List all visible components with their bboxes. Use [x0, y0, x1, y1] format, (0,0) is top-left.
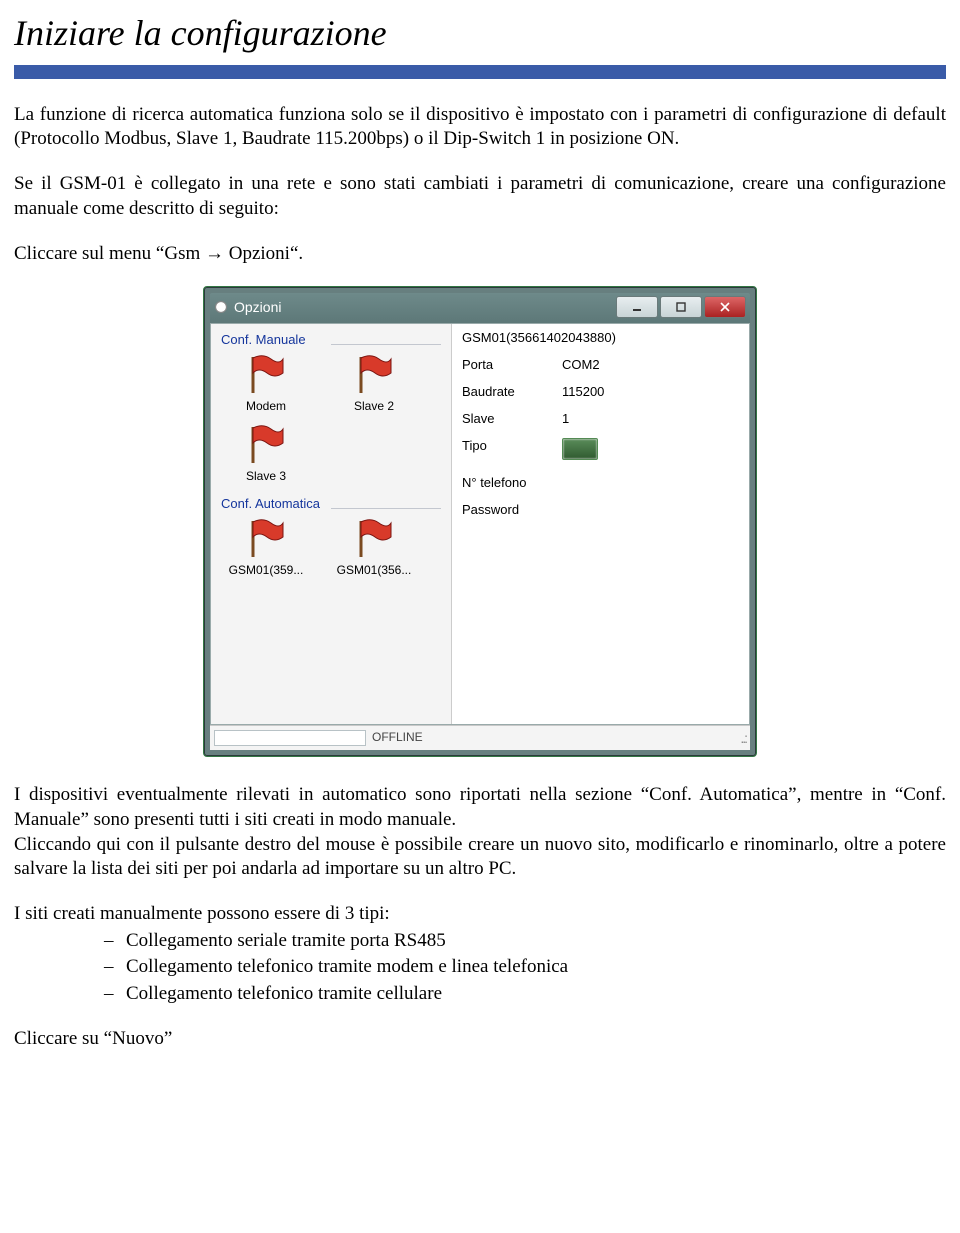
close-button[interactable] [704, 296, 746, 318]
site-item-gsm01b[interactable]: GSM01(356... [329, 517, 419, 579]
site-item-slave2[interactable]: Slave 2 [329, 353, 419, 415]
page-title: Iniziare la configurazione [14, 10, 946, 57]
list-item: Collegamento seriale tramite porta RS485 [104, 929, 946, 954]
prop-row-password: Password [462, 502, 739, 519]
paragraph: Cliccare sul menu “Gsm → Opzioni“. [14, 242, 946, 267]
prop-key: Password [462, 502, 562, 519]
prop-row-telefono: N° telefono [462, 475, 739, 492]
flag-icon [353, 517, 395, 559]
minimize-icon [631, 302, 643, 312]
status-bar: OFFLINE ..: [210, 725, 750, 750]
resize-grip-icon[interactable]: ..: [740, 729, 746, 747]
site-label: Modem [221, 399, 311, 415]
manual-sites: Modem Slave 2 Slave 3 [221, 353, 441, 484]
flag-icon [245, 353, 287, 395]
sites-pane[interactable]: Conf. Manuale Modem Slave 2 [211, 324, 451, 724]
prop-key: Porta [462, 357, 562, 374]
site-item-gsm01a[interactable]: GSM01(359... [221, 517, 311, 579]
prop-key: Slave [462, 411, 562, 428]
minimize-button[interactable] [616, 296, 658, 318]
site-label: Slave 2 [329, 399, 419, 415]
paragraph: Se il GSM-01 è collegato in una rete e s… [14, 172, 946, 221]
site-item-slave3[interactable]: Slave 3 [221, 423, 311, 485]
paragraph: I dispositivi eventualmente rilevati in … [14, 783, 946, 832]
paragraph: La funzione di ricerca automatica funzio… [14, 103, 946, 152]
flag-icon [245, 423, 287, 465]
paragraph: I siti creati manualmente possono essere… [14, 902, 946, 927]
prop-row-porta: Porta COM2 [462, 357, 739, 374]
list-item: Collegamento telefonico tramite cellular… [104, 982, 946, 1007]
title-rule [14, 65, 946, 79]
site-label: GSM01(359... [221, 563, 311, 579]
prop-value: COM2 [562, 357, 739, 374]
properties-pane: GSM01(35661402043880) Porta COM2 Baudrat… [451, 324, 749, 724]
dialog-titlebar[interactable]: Opzioni [210, 293, 750, 323]
auto-sites: GSM01(359... GSM01(356... [221, 517, 441, 579]
flag-icon [353, 353, 395, 395]
dialog-title: Opzioni [234, 298, 608, 316]
group-auto-label: Conf. Automatica [221, 496, 441, 513]
site-item-modem[interactable]: Modem [221, 353, 311, 415]
flag-icon [245, 517, 287, 559]
site-label: GSM01(356... [329, 563, 419, 579]
progress-bar [214, 730, 366, 746]
prop-value: 115200 [562, 384, 739, 401]
prop-value: 1 [562, 411, 739, 428]
prop-key: N° telefono [462, 475, 562, 492]
window-icon [216, 302, 226, 312]
properties-header: GSM01(35661402043880) [462, 330, 739, 347]
site-label: Slave 3 [221, 469, 311, 485]
prop-row-baudrate: Baudrate 115200 [462, 384, 739, 401]
group-manual-label: Conf. Manuale [221, 332, 441, 349]
group-rule [331, 344, 441, 345]
prop-value [562, 475, 739, 492]
dialog-body: Conf. Manuale Modem Slave 2 [210, 323, 750, 725]
status-text: OFFLINE [372, 730, 423, 746]
prop-row-slave: Slave 1 [462, 411, 739, 428]
prop-row-tipo: Tipo [462, 438, 739, 465]
window-buttons [616, 296, 746, 318]
board-icon [562, 438, 598, 460]
maximize-button[interactable] [660, 296, 702, 318]
types-list: Collegamento seriale tramite porta RS485… [14, 929, 946, 1007]
group-rule [331, 508, 441, 509]
prop-value-tipo [562, 438, 739, 465]
prop-key: Baudrate [462, 384, 562, 401]
dialog-container: Opzioni Conf. Manuale [14, 286, 946, 757]
maximize-icon [675, 302, 687, 312]
prop-value [562, 502, 739, 519]
close-icon [719, 302, 731, 312]
options-dialog: Opzioni Conf. Manuale [203, 286, 757, 757]
prop-key: Tipo [462, 438, 562, 465]
paragraph: Cliccare su “Nuovo” [14, 1027, 946, 1052]
list-item: Collegamento telefonico tramite modem e … [104, 955, 946, 980]
paragraph: Cliccando qui con il pulsante destro del… [14, 833, 946, 882]
